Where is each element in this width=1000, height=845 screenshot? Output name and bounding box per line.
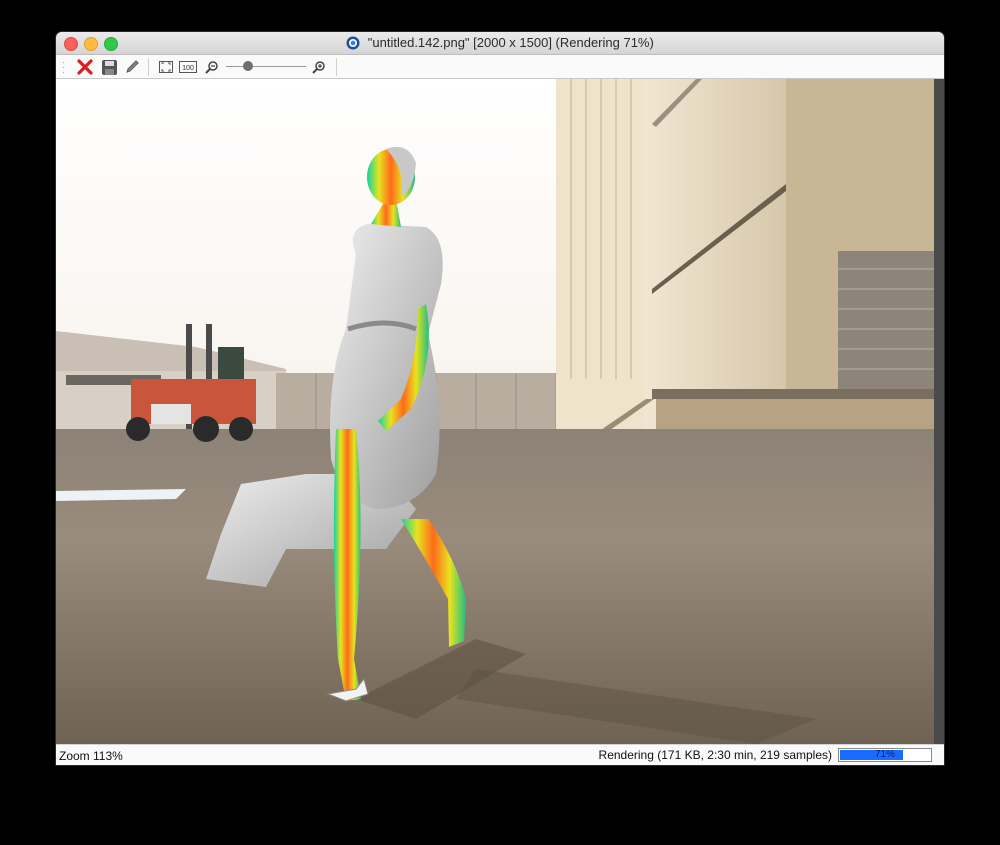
zoom-out-button[interactable] (202, 57, 222, 77)
render-progress-bar: 71% (838, 748, 932, 762)
fit-to-window-button[interactable] (156, 57, 176, 77)
render-progress-text: 71% (874, 749, 895, 760)
zoom-slider-track[interactable] (226, 66, 306, 67)
toolbar-grip-icon[interactable]: · · · (62, 58, 65, 77)
actual-size-button[interactable]: 100 (178, 57, 198, 77)
actual-size-100-icon: 100 (179, 61, 197, 73)
stop-render-button[interactable] (75, 57, 95, 77)
zoom-out-icon (205, 61, 218, 74)
vertical-scrollbar[interactable] (934, 79, 944, 744)
window-title-area: "untitled.142.png" [2000 x 1500] (Render… (56, 35, 944, 53)
zoom-in-icon (312, 61, 325, 74)
edit-pencil-icon (126, 60, 139, 73)
save-icon (101, 59, 117, 75)
toolbar-separator (336, 58, 337, 76)
zoom-slider-knob[interactable] (243, 61, 254, 71)
toolbar: · · · 100 (56, 55, 944, 79)
render-window: "untitled.142.png" [2000 x 1500] (Render… (56, 32, 944, 765)
blender-icon (346, 36, 360, 53)
fit-to-window-icon (159, 61, 173, 73)
status-bar: Zoom 113% Rendering (171 KB, 2:30 min, 2… (56, 744, 944, 765)
stop-render-icon (77, 59, 93, 75)
render-image-viewport[interactable] (56, 79, 944, 744)
svg-text:100: 100 (182, 65, 194, 72)
toolbar-separator (148, 58, 149, 76)
rendered-image (56, 79, 944, 744)
zoom-level-label: Zoom 113% (59, 749, 123, 763)
save-button[interactable] (99, 57, 119, 77)
window-title: "untitled.142.png" [2000 x 1500] (Render… (367, 35, 654, 50)
title-bar[interactable]: "untitled.142.png" [2000 x 1500] (Render… (56, 32, 944, 55)
zoom-in-button[interactable] (309, 57, 329, 77)
render-info-label: Rendering (171 KB, 2:30 min, 219 samples… (598, 748, 832, 762)
edit-button[interactable] (122, 57, 142, 77)
